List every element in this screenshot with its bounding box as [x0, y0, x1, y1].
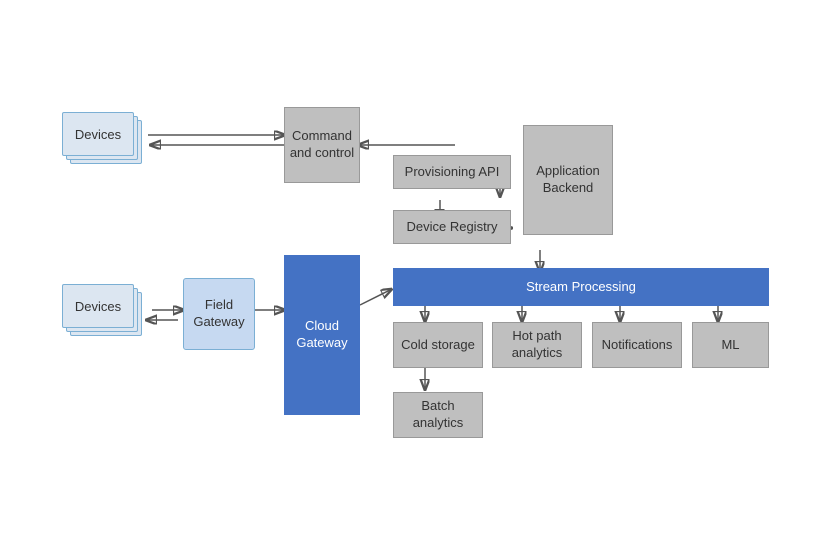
application-backend-box: ApplicationBackend: [523, 125, 613, 235]
devices-bottom-label: Devices: [75, 299, 121, 314]
application-backend-label: ApplicationBackend: [536, 163, 600, 197]
cloud-gateway-box: Cloud Gateway: [284, 255, 360, 415]
hot-path-analytics-box: Hot pathanalytics: [492, 322, 582, 368]
diagram: Devices Devices FieldGateway Commandand …: [0, 0, 822, 548]
ml-label: ML: [721, 337, 739, 354]
batch-analytics-label: Batchanalytics: [413, 398, 464, 432]
field-gateway-box: FieldGateway: [183, 278, 255, 350]
ml-box: ML: [692, 322, 769, 368]
hot-path-analytics-label: Hot pathanalytics: [512, 328, 563, 362]
device-registry-box: Device Registry: [393, 210, 511, 244]
batch-analytics-box: Batchanalytics: [393, 392, 483, 438]
field-gateway-label: FieldGateway: [193, 297, 244, 331]
cold-storage-box: Cold storage: [393, 322, 483, 368]
provisioning-api-label: Provisioning API: [405, 164, 500, 181]
provisioning-api-box: Provisioning API: [393, 155, 511, 189]
stream-processing-label: Stream Processing: [526, 279, 636, 296]
devices-top-stack: Devices: [62, 112, 144, 170]
device-registry-label: Device Registry: [406, 219, 497, 236]
devices-bottom-stack: Devices: [62, 284, 144, 342]
command-control-box: Commandand control: [284, 107, 360, 183]
devices-top-label: Devices: [75, 127, 121, 142]
cloud-gateway-label: Cloud Gateway: [288, 318, 356, 352]
notifications-box: Notifications: [592, 322, 682, 368]
stream-processing-box: Stream Processing: [393, 268, 769, 306]
command-control-label: Commandand control: [290, 128, 354, 162]
notifications-label: Notifications: [602, 337, 673, 354]
cold-storage-label: Cold storage: [401, 337, 475, 354]
